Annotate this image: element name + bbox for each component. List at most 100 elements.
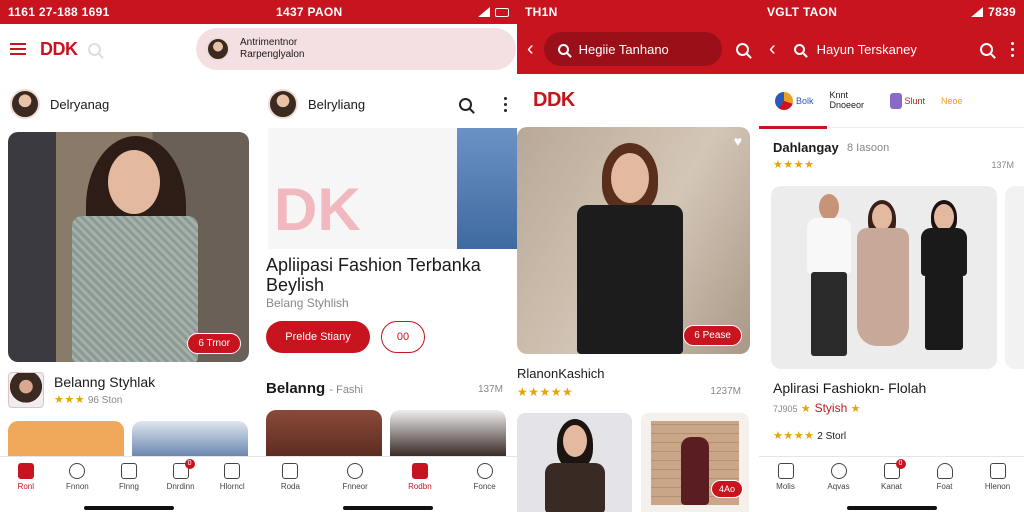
nav-home[interactable]: Molis [762,463,810,491]
secondary-button[interactable]: 00 [381,321,425,353]
app-logo: DDK [40,38,78,59]
primary-button[interactable]: Prelde Stiany [266,321,370,353]
search-bar[interactable]: Hegiie Tanhano [543,32,722,66]
user-row[interactable]: Delryanag [0,84,258,124]
nav-explore[interactable]: Aqvas [815,463,863,491]
user-row[interactable]: Belryliang [258,84,517,124]
promo-pill[interactable]: Antrimentnor Rarpenglyalon [196,28,516,70]
promo-text: Antrimentnor Rarpenglyalon [240,37,305,60]
bottom-nav: Molis Aqvas 0 Kanat Foat Hlenon [759,456,1024,512]
screen-shop: VGLT TAON 7839 ‹ Hayun Terskaney Bolk Kn… [759,0,1024,512]
menu-icon[interactable] [10,43,26,55]
banner-logo: DK [274,176,361,243]
hero-image[interactable]: ♥ 6 Pease [517,127,750,354]
product-tile-2[interactable] [132,421,248,461]
shop-meta: 8 Iasoon [847,142,890,154]
nav-menu[interactable]: Hlenon [974,463,1022,491]
profile-icon [936,463,953,479]
back-icon[interactable]: ‹ [769,38,776,61]
search-submit-icon[interactable] [736,42,749,56]
account-icon [224,463,241,479]
status-bar: 1437 PAON [258,0,517,24]
product-title[interactable]: RlanonKashich [517,366,604,381]
nav-cart[interactable]: 0 Dnrdinn [157,459,205,491]
bottom-nav: Ronl Fnnon Flnng 0 Dnrdinn Hlorncl [0,456,258,512]
favorite-icon[interactable]: ♥ [734,133,742,149]
screen-product-info: 1437 PAON Belryliang DK Apliipasi Fashio… [258,0,517,512]
nav-search[interactable]: Fnneor [331,463,379,491]
shop-rating: ★★★★ [773,159,815,171]
search-icon[interactable] [87,42,101,56]
tab-category-2[interactable]: Knnt Dnoeeor [830,90,874,111]
status-bar: TH1N [517,0,759,24]
headline: Apliipasi Fashion Terbanka Beylish [266,255,481,295]
product-tile-2[interactable]: 4Ao [641,413,749,512]
screen-search-results: TH1N ‹ Hegiie Tanhano DDK ♥ 6 Pease Rlan… [517,0,759,512]
product-tile-1[interactable] [266,410,382,460]
banner-model [457,128,517,249]
battery-icon [495,7,509,17]
nav-cart[interactable]: 0 Kanat [868,459,916,491]
bottom-nav: Roda Fnneor Rodbn Fonce [258,456,517,512]
nav-feed[interactable]: Flnng [105,463,153,491]
status-clock: 7839 [988,5,1016,19]
home-icon [777,463,794,479]
shop-count: 137M [991,160,1014,170]
more-icon[interactable] [504,96,507,112]
more-icon[interactable] [1011,41,1014,57]
section-count: 137M [477,384,503,395]
nav-account[interactable]: Hlorncl [208,463,256,491]
subline: Belang Styhlish [266,296,349,310]
tab-category-3[interactable]: Slunt [889,92,925,109]
home-icon [282,463,299,479]
nav-feed[interactable]: Rodbn [396,463,444,491]
avatar [268,89,298,119]
product-tile-next[interactable] [1005,186,1024,369]
nav-search[interactable]: Fnnon [53,463,101,491]
product-title[interactable]: Aplirasi Fashiokn- Flolah [773,380,926,396]
nav-home[interactable]: Roda [266,463,314,491]
explore-icon [830,463,847,479]
signal-icon [478,7,490,17]
nav-account[interactable]: Fonce [461,463,509,491]
app-bar: ‹ Hegiie Tanhano [517,24,759,74]
app-bar: ‹ Hayun Terskaney [759,24,1024,74]
search-icon [347,463,364,479]
shop-name[interactable]: Dahlangay [773,140,839,155]
tab-category-4[interactable]: Neoe [941,96,963,106]
search-text[interactable]: Hayun Terskaney [817,42,980,57]
nav-profile[interactable]: Foat [921,463,969,491]
menu-icon [989,463,1006,479]
nav-home[interactable]: Ronl [2,463,50,491]
product-meta: ★★★ 96 Ston [54,394,123,406]
product-count: 1237M [710,386,741,397]
search-text: Hegiie Tanhano [578,41,669,57]
status-time: 1437 PAON [276,5,343,19]
feed-icon [411,463,428,479]
rating-stars: ★★★★★ [517,385,574,399]
app-logo: DDK [533,89,575,111]
hero-image[interactable] [771,186,997,369]
search-icon [69,463,86,479]
hero-image[interactable]: 6 Trnor [8,132,249,362]
home-indicator [846,506,937,510]
category-tabs: Bolk Knnt Dnoeeor Slunt Neoe [759,74,1024,128]
user-name: Delryanag [50,96,110,112]
search-icon [793,43,805,55]
category-icon [775,91,793,110]
product-tile-1[interactable] [8,421,124,461]
active-tab-indicator [759,126,827,129]
product-title[interactable]: Belanng Styhlak [54,374,155,390]
rating-stars: ★★★★ [773,430,815,442]
banner[interactable]: DK [268,128,517,249]
back-icon[interactable]: ‹ [527,38,534,61]
signal-icon [971,7,984,17]
search-submit-icon[interactable] [980,42,993,56]
rating-row: ★★★★ 2 Storl [773,430,847,442]
search-icon[interactable] [459,97,472,111]
user-name: Belryliang [308,96,366,112]
tab-category-1[interactable]: Bolk [775,91,814,110]
product-thumb[interactable] [8,372,44,408]
product-tile-1[interactable] [517,413,632,512]
product-tile-2[interactable] [390,410,506,460]
